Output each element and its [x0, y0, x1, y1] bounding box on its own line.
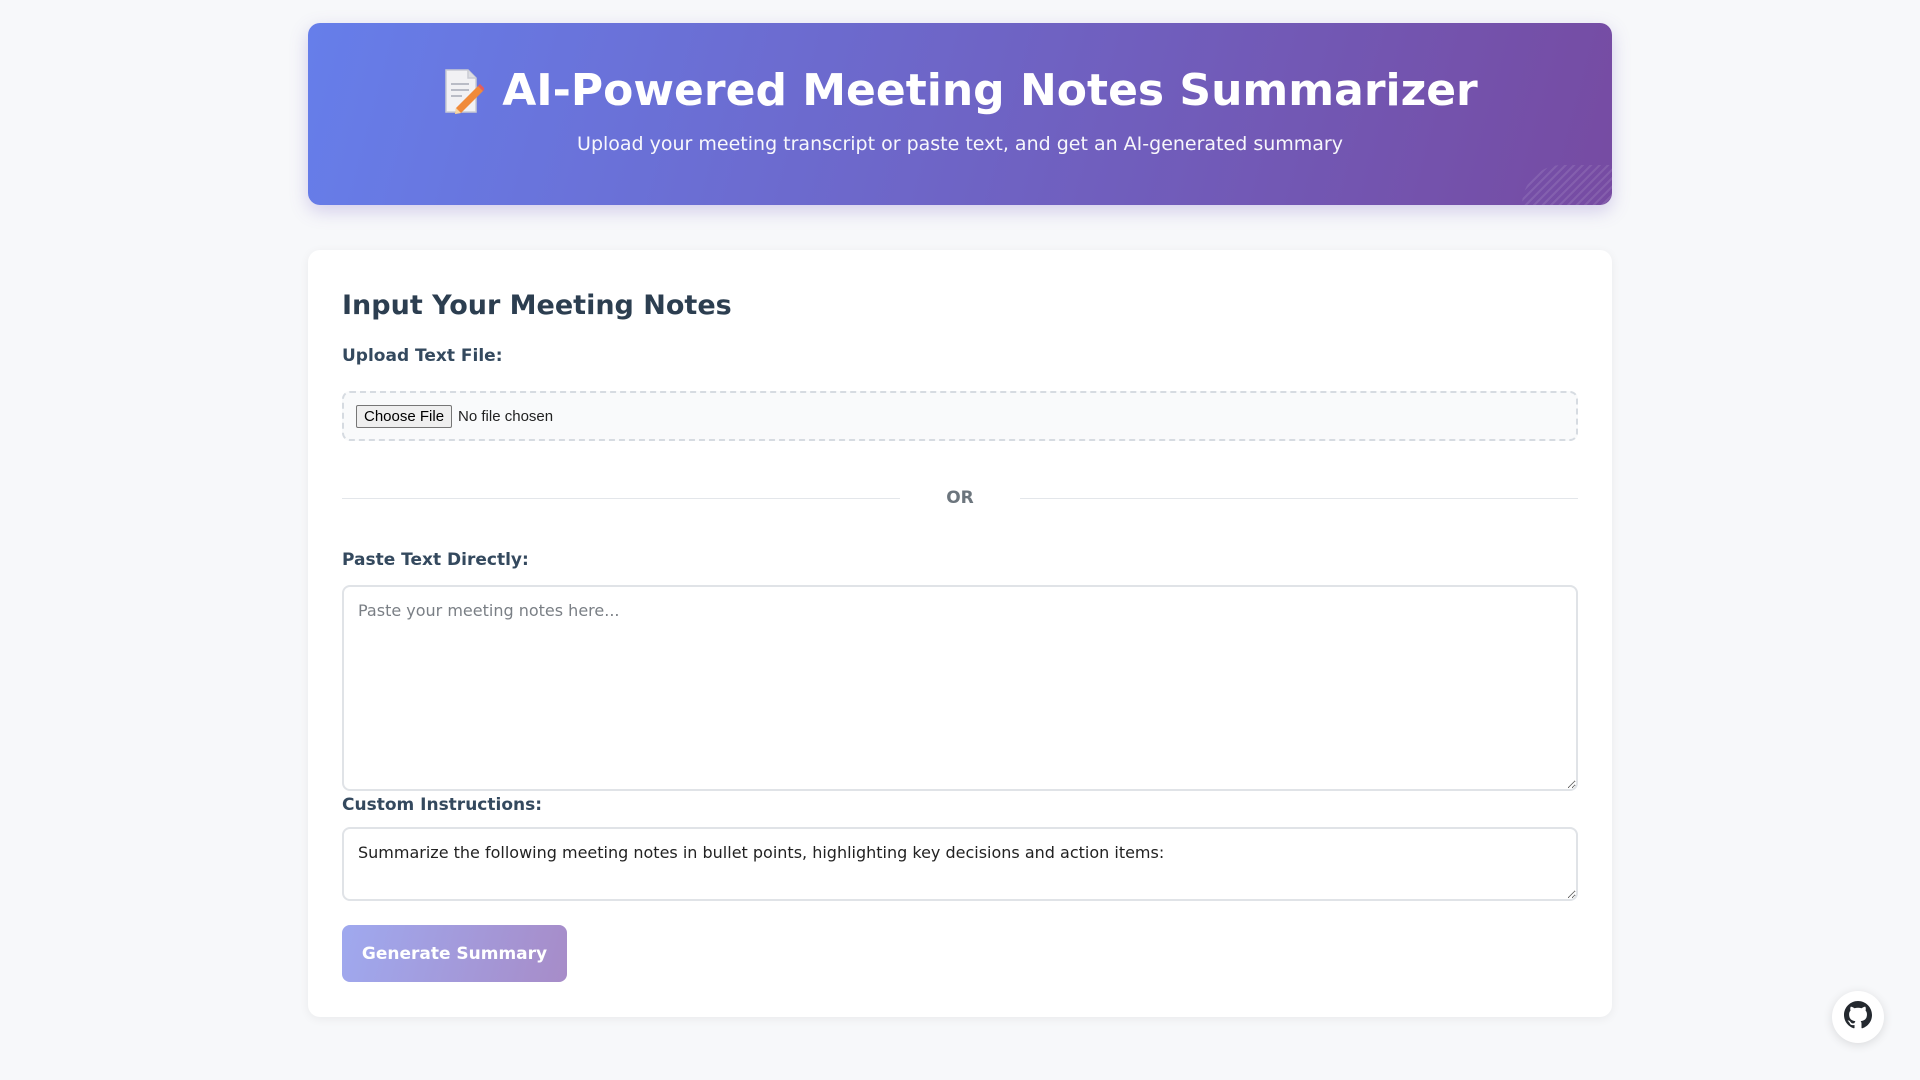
no-file-status: No file chosen [458, 407, 554, 425]
divider-line-right [1020, 497, 1578, 499]
choose-file-button[interactable]: Choose File [356, 404, 453, 428]
file-upload-dropzone[interactable]: Choose File No file chosen [342, 391, 1578, 441]
page-title: AI-Powered Meeting Notes Summarizer [502, 65, 1478, 116]
paste-label: Paste Text Directly: [342, 550, 529, 570]
app-header: AI-Powered Meeting Notes Summarizer Uplo… [308, 23, 1612, 205]
page-container: AI-Powered Meeting Notes Summarizer Uplo… [308, 23, 1612, 1017]
header-decoration [1522, 165, 1612, 205]
memo-icon [442, 68, 486, 115]
header-title-row: AI-Powered Meeting Notes Summarizer [308, 65, 1612, 116]
upload-label: Upload Text File: [342, 346, 503, 366]
custom-instructions-textarea[interactable] [342, 827, 1578, 901]
meeting-notes-textarea[interactable] [342, 585, 1578, 791]
or-text: OR [946, 488, 974, 508]
instructions-label: Custom Instructions: [342, 795, 543, 815]
divider-line-left [342, 497, 900, 499]
github-link-button[interactable] [1832, 991, 1884, 1043]
or-divider: OR [342, 484, 1578, 512]
github-icon [1844, 1001, 1872, 1033]
generate-summary-button[interactable]: Generate Summary [342, 925, 567, 982]
page-subtitle: Upload your meeting transcript or paste … [577, 133, 1343, 155]
input-card-title: Input Your Meeting Notes [342, 290, 732, 321]
input-card: Input Your Meeting Notes Upload Text Fil… [308, 250, 1612, 1017]
